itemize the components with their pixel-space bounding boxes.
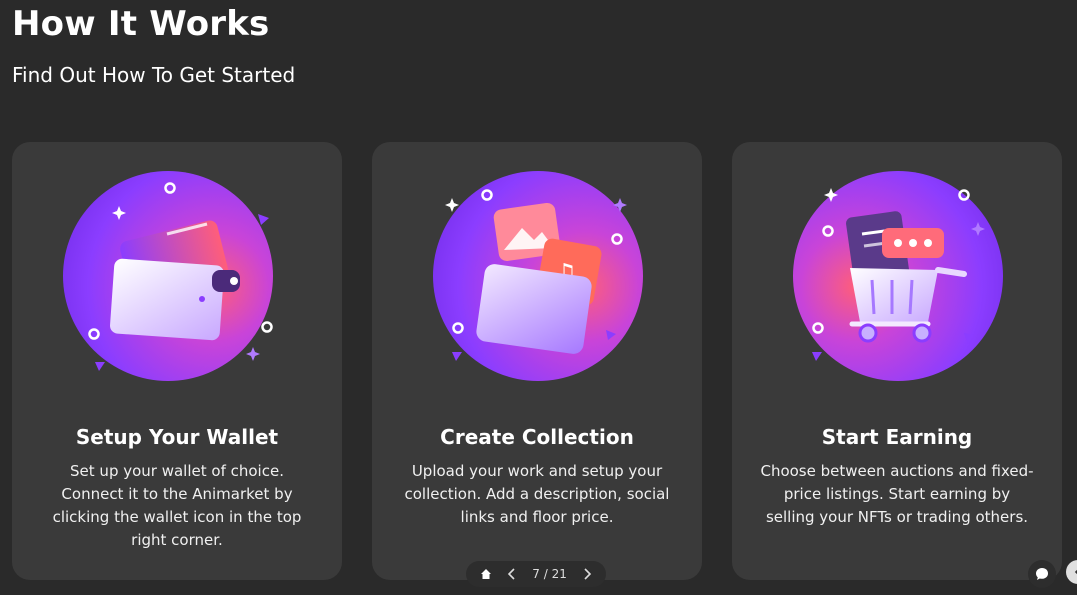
chevron-right-icon[interactable] — [582, 567, 592, 581]
card-title: Setup Your Wallet — [75, 425, 279, 449]
step-card-collection: ♫ Create Collection Upload your work and… — [372, 142, 702, 580]
chat-bubble-icon[interactable] — [1028, 560, 1056, 588]
wallet-icon — [63, 171, 273, 381]
chevron-left-icon[interactable] — [507, 567, 517, 581]
step-card-earning: Start Earning Choose between auctions an… — [732, 142, 1062, 580]
page-title: How It Works — [12, 4, 270, 44]
shopping-cart-icon — [793, 171, 1003, 381]
card-description: Upload your work and setup your collecti… — [404, 462, 670, 526]
step-card-wallet: Setup Your Wallet Set up your wallet of … — [12, 142, 342, 580]
chevron-icon[interactable] — [1066, 560, 1077, 584]
card-description: Set up your wallet of choice. Connect it… — [52, 462, 302, 549]
folder-icon: ♫ — [433, 171, 643, 381]
card-description: Choose between auctions and fixed-price … — [760, 462, 1034, 526]
home-icon[interactable] — [480, 568, 492, 580]
page-subtitle: Find Out How To Get Started — [12, 63, 296, 87]
page-indicator: 7 / 21 — [532, 567, 567, 581]
slide-pager: 7 / 21 — [466, 561, 606, 587]
card-title: Start Earning — [821, 425, 973, 449]
card-title: Create Collection — [440, 425, 634, 449]
